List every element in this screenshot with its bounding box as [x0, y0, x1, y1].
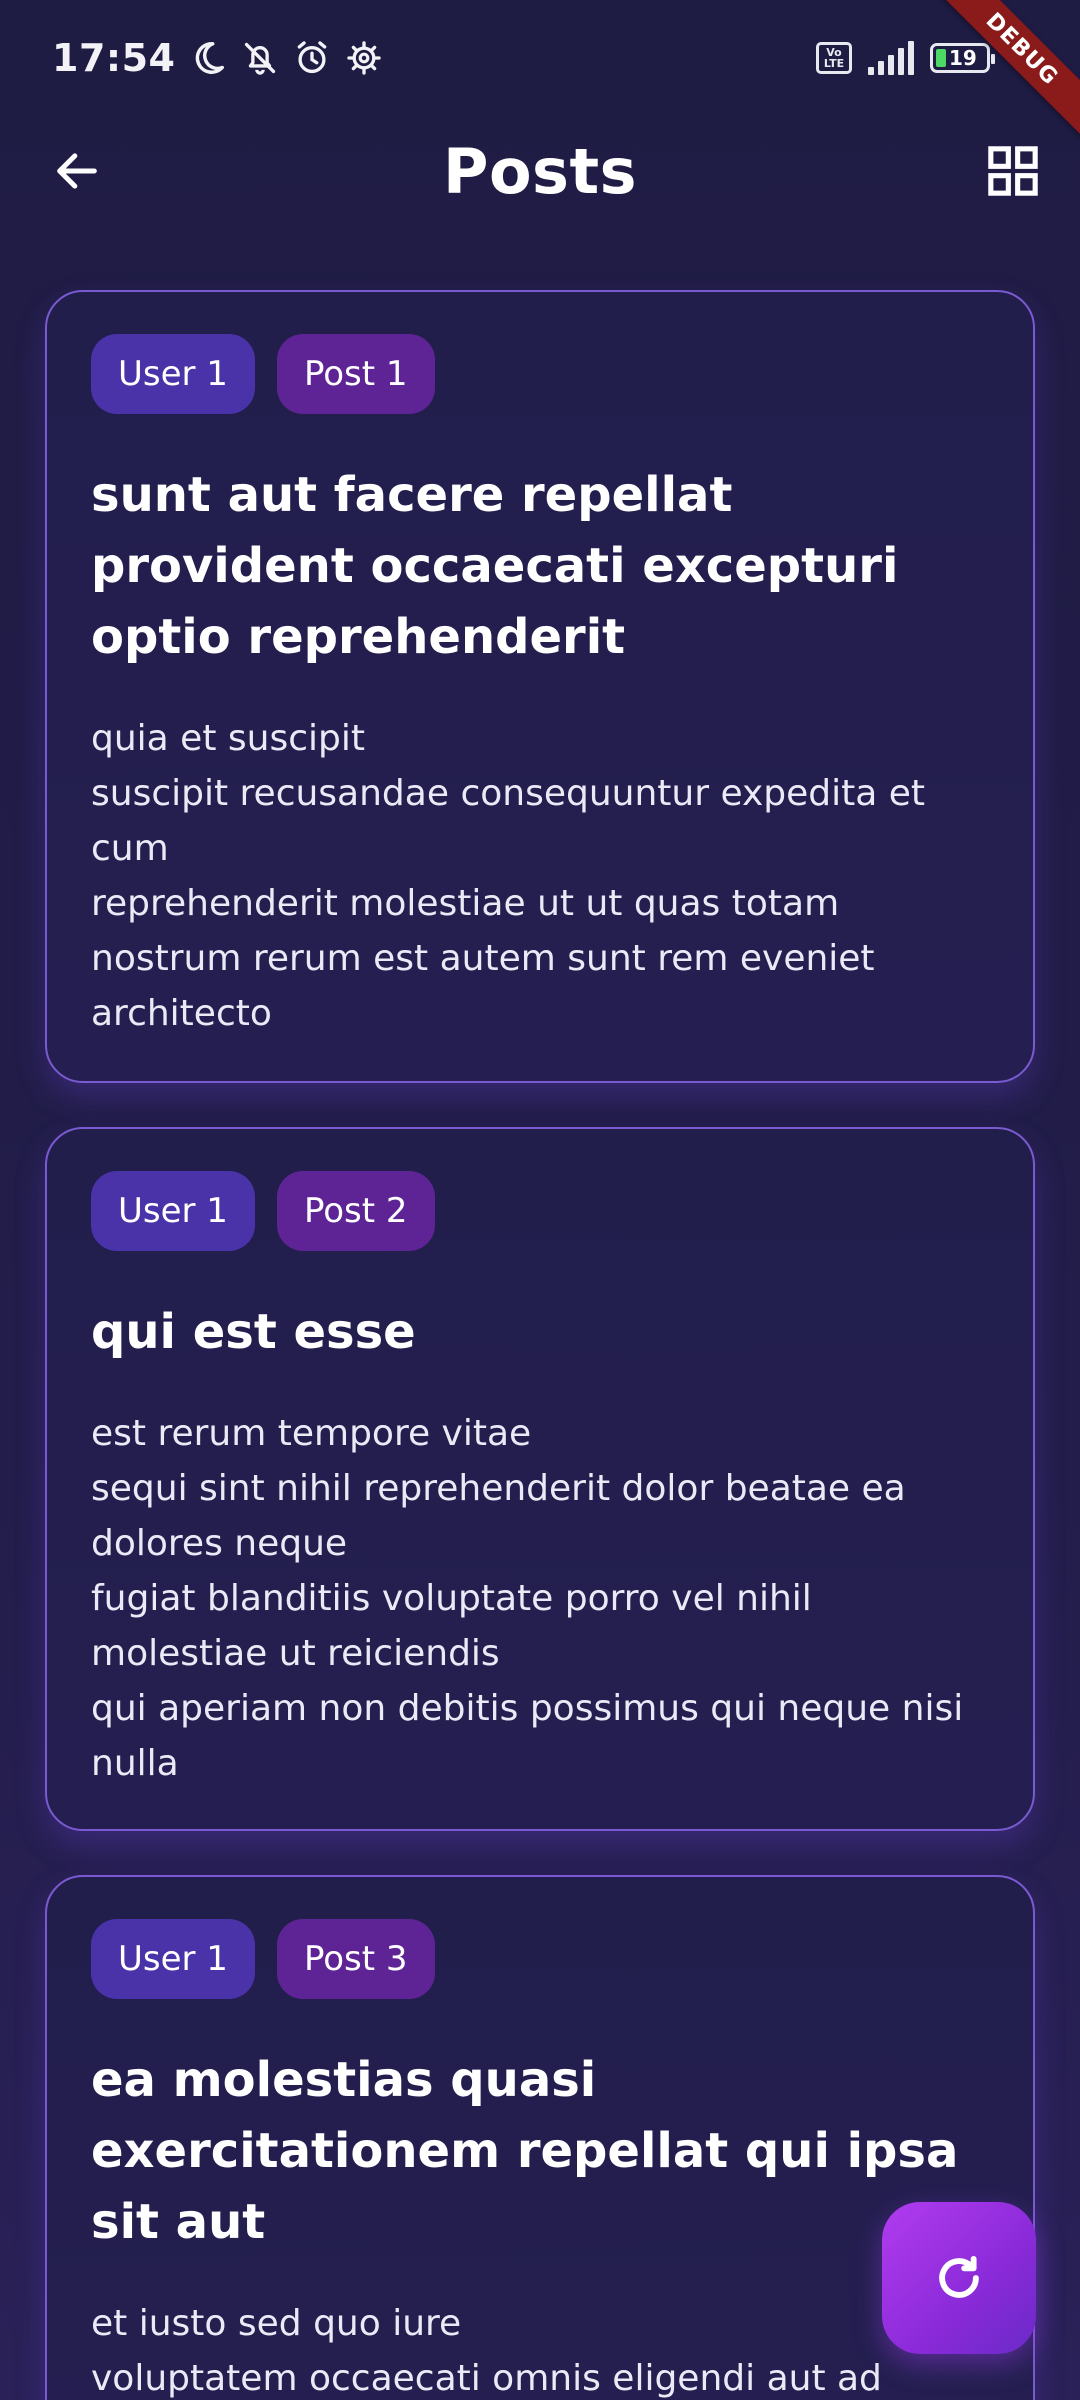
- back-button[interactable]: [44, 138, 110, 204]
- post-body: quia et suscipit suscipit recusandae con…: [91, 718, 926, 1034]
- grid-icon: [988, 146, 1038, 196]
- status-time: 17:54: [52, 36, 176, 80]
- settings-icon: [345, 39, 383, 77]
- status-left: 17:54: [52, 36, 383, 80]
- post-card[interactable]: User 1 Post 1 sunt aut facere repellat p…: [45, 290, 1035, 1083]
- post-title: ea molestias quasi exercitationem repell…: [91, 2052, 959, 2250]
- post-chips: User 1 Post 3: [91, 1919, 989, 1999]
- arrow-left-icon: [57, 153, 97, 189]
- grid-view-button[interactable]: [980, 138, 1046, 204]
- signal-icon: [866, 39, 916, 77]
- refresh-button[interactable]: [882, 2202, 1036, 2354]
- post-title: sunt aut facere repellat provident occae…: [91, 467, 899, 665]
- refresh-icon: [939, 2255, 979, 2298]
- battery-level: 19: [949, 46, 977, 70]
- post-chips: User 1 Post 1: [91, 334, 989, 414]
- page-title: Posts: [443, 134, 637, 208]
- app-bar: Posts: [0, 116, 1080, 226]
- posts-screen: 17:54 Vo LTE 19 DEBUG Posts User 1 Post …: [0, 0, 1080, 2400]
- volte-icon: Vo LTE: [816, 42, 852, 74]
- post-card[interactable]: User 1 Post 2 qui est esse est rerum tem…: [45, 1127, 1035, 1831]
- battery-tip: [991, 54, 995, 64]
- status-right: Vo LTE 19: [816, 39, 995, 77]
- user-chip: User 1: [91, 334, 255, 414]
- bell-off-icon: [241, 39, 279, 77]
- post-title: qui est esse: [91, 1304, 416, 1360]
- moon-icon: [189, 39, 227, 77]
- post-chips: User 1 Post 2: [91, 1171, 989, 1251]
- status-bar: 17:54 Vo LTE 19: [0, 0, 1080, 116]
- post-id-chip: Post 2: [276, 1171, 435, 1251]
- volte-bottom-text: LTE: [823, 57, 845, 70]
- user-chip: User 1: [91, 1171, 255, 1251]
- battery-icon: 19: [930, 43, 995, 73]
- post-id-chip: Post 3: [276, 1919, 435, 1999]
- post-id-chip: Post 1: [276, 334, 435, 414]
- post-body: est rerum tempore vitae sequi sint nihil…: [91, 1413, 964, 1784]
- user-chip: User 1: [91, 1919, 255, 1999]
- battery-fill: [936, 49, 946, 67]
- alarm-icon: [293, 39, 331, 77]
- post-body: et iusto sed quo iure voluptatem occaeca…: [91, 2303, 882, 2399]
